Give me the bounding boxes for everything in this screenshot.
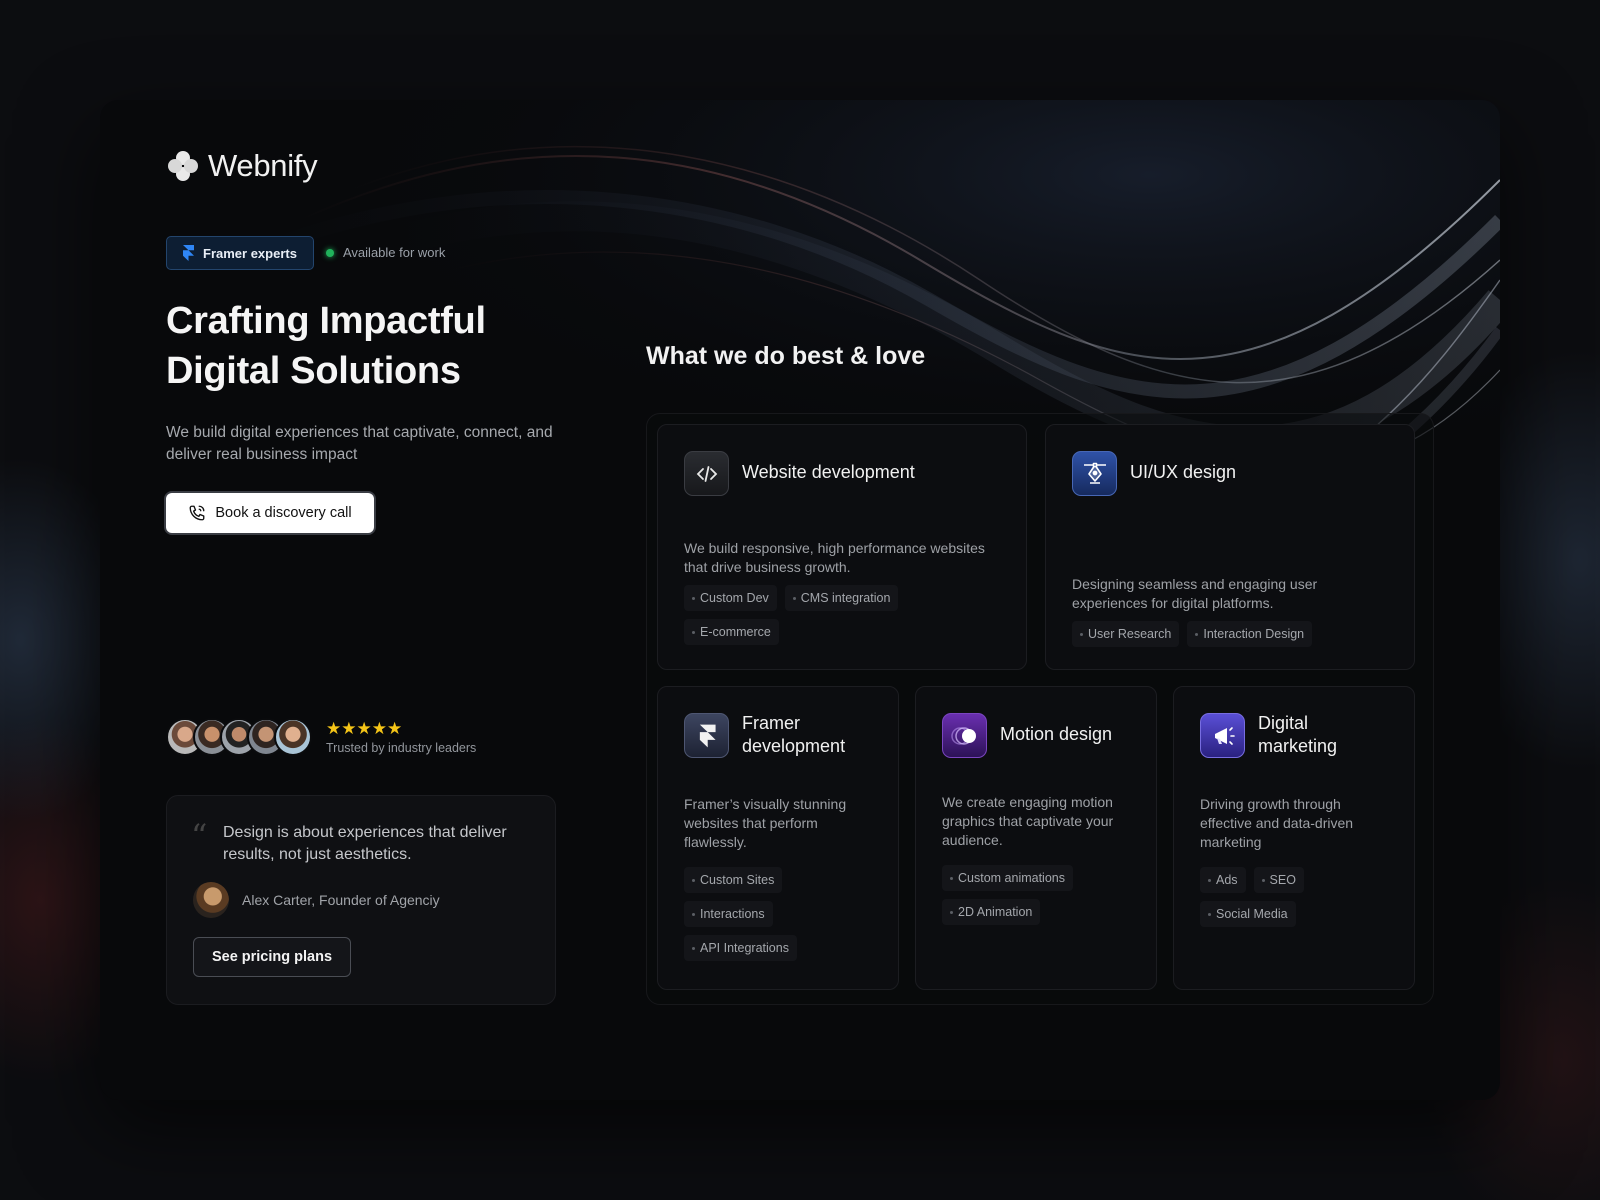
framer-icon <box>183 245 194 261</box>
service-tag: 2D Animation <box>942 899 1041 925</box>
service-title-line1: Digital <box>1258 713 1309 733</box>
service-tag: CMS integration <box>784 585 899 611</box>
service-description: Framer’s visually stunning websites that… <box>684 796 847 850</box>
service-title: Website development <box>742 462 915 482</box>
brand-logo[interactable]: Webnify <box>166 148 318 184</box>
service-description: We create engaging motion graphics that … <box>942 794 1114 848</box>
star-rating: ★★★★★ <box>326 718 403 738</box>
see-pricing-plans-button[interactable]: See pricing plans <box>193 937 351 977</box>
testimonial-author: Alex Carter, Founder of Agenciy <box>193 882 440 918</box>
service-icon-box <box>684 451 729 496</box>
services-grid: Website development We build responsive,… <box>646 413 1434 1005</box>
service-description: Designing seamless and engaging user exp… <box>1072 576 1318 611</box>
social-proof: ★★★★★ Trusted by industry leaders <box>166 718 476 756</box>
service-title-line2: development <box>742 736 846 756</box>
testimonial-card: “ Design is about experiences that deliv… <box>166 795 556 1005</box>
badge-label: Framer experts <box>203 245 297 261</box>
motion-icon <box>950 726 976 745</box>
service-tag: Social Media <box>1200 901 1296 927</box>
service-title: Motion design <box>1000 724 1113 744</box>
service-title-line2: marketing <box>1258 736 1338 756</box>
hero-title-line1: Crafting Impactful <box>166 300 486 342</box>
client-avatars <box>166 718 312 756</box>
service-tag: Ads <box>1200 867 1246 893</box>
phone-icon <box>189 505 205 521</box>
service-card-framer-development[interactable]: Framer development Framer’s visually stu… <box>657 686 899 990</box>
service-description: We build responsive, high performance we… <box>684 540 985 575</box>
services-heading: What we do best & love <box>646 342 926 370</box>
availability-label: Available for work <box>343 245 446 260</box>
service-title-line1: Framer <box>742 713 800 733</box>
avatar <box>193 882 229 918</box>
service-card-motion-design[interactable]: Motion design We create engaging motion … <box>915 686 1157 990</box>
service-description: Driving growth through effective and dat… <box>1200 796 1354 850</box>
service-icon-box <box>684 713 729 758</box>
service-card-digital-marketing[interactable]: Digital marketing Driving growth through… <box>1173 686 1415 990</box>
service-tags: User Research Interaction Design <box>1072 621 1392 647</box>
service-tags: Custom animations 2D Animation <box>942 865 1102 925</box>
service-tag: Interaction Design <box>1187 621 1313 647</box>
framer-icon <box>699 724 716 747</box>
landing-page: Webnify Framer experts Available for wor… <box>100 100 1500 1100</box>
quote-icon: “ <box>191 817 208 855</box>
service-tag: Custom Sites <box>684 867 783 893</box>
hero-subtitle: We build digital experiences that captiv… <box>166 424 553 463</box>
megaphone-icon <box>1214 726 1235 745</box>
pen-tool-icon <box>1083 462 1106 484</box>
service-tags: Custom Dev CMS integration E-commerce <box>684 585 914 645</box>
service-icon-box <box>942 713 987 758</box>
author-name: Alex Carter, Founder of Agenciy <box>242 892 440 908</box>
hero-title: Crafting Impactful Digital Solutions <box>166 296 566 396</box>
service-tags: Ads SEO Social Media <box>1200 867 1330 927</box>
clover-icon <box>168 151 198 181</box>
brand-name: Webnify <box>208 148 318 183</box>
framer-experts-badge: Framer experts <box>166 236 314 270</box>
service-tag: E-commerce <box>684 619 779 645</box>
service-title: Digital marketing <box>1258 712 1337 758</box>
hero-title-line2: Digital Solutions <box>166 350 461 392</box>
cta-label: Book a discovery call <box>215 505 352 521</box>
trust-text: Trusted by industry leaders <box>326 740 477 755</box>
service-tag: Custom animations <box>942 865 1073 891</box>
avatar <box>274 718 312 756</box>
service-tag: API Integrations <box>684 935 797 961</box>
service-card-ui-ux-design[interactable]: UI/UX design Designing seamless and enga… <box>1045 424 1415 670</box>
status-dot <box>326 248 334 257</box>
book-discovery-call-button[interactable]: Book a discovery call <box>166 493 374 533</box>
service-title: Framer development <box>742 712 845 758</box>
testimonial-quote: Design is about experiences that deliver… <box>223 824 507 863</box>
service-tags: Custom Sites Interactions API Integratio… <box>684 867 824 961</box>
service-tag: User Research <box>1072 621 1180 647</box>
service-tag: SEO <box>1253 867 1304 893</box>
code-icon <box>696 465 717 482</box>
service-icon-box <box>1072 451 1117 496</box>
rating-block: ★★★★★ Trusted by industry leaders <box>326 720 476 755</box>
service-card-website-development[interactable]: Website development We build responsive,… <box>657 424 1027 670</box>
service-tag: Interactions <box>684 901 773 927</box>
service-title: UI/UX design <box>1130 462 1237 482</box>
service-tag: Custom Dev <box>684 585 777 611</box>
service-icon-box <box>1200 713 1245 758</box>
availability-status: Available for work <box>326 245 445 260</box>
